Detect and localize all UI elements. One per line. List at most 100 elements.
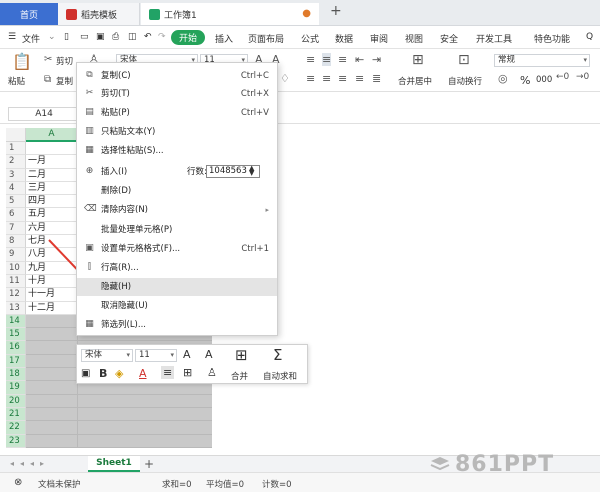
font-color-icon[interactable]: ♢	[280, 72, 290, 85]
merge-center-icon[interactable]: ⊞	[412, 52, 424, 68]
scissors-icon[interactable]: ✂	[44, 54, 52, 65]
cell-b[interactable]	[78, 421, 212, 435]
menu-item-row-height[interactable]: ⫿ 行高(R)...	[77, 259, 277, 277]
row-header[interactable]: 1	[6, 142, 26, 156]
menu-developer[interactable]: 开发工具	[476, 32, 512, 45]
cell-a[interactable]: 七月	[26, 235, 78, 249]
row-header[interactable]: 14	[6, 314, 26, 329]
save-icon[interactable]: ▣	[96, 32, 105, 42]
cell-a[interactable]	[26, 434, 78, 448]
preview-icon[interactable]: ◫	[128, 32, 137, 42]
row-header[interactable]: 22	[6, 421, 26, 435]
cell-b[interactable]	[78, 407, 212, 422]
sheet-tab-active[interactable]: Sheet1	[88, 456, 140, 472]
hamburger-icon[interactable]: ☰	[8, 32, 16, 42]
menu-item-delete[interactable]: 删除(D)	[77, 182, 277, 200]
merge-center-button[interactable]: 合并居中	[398, 75, 432, 87]
row-header[interactable]: 8	[6, 235, 26, 249]
row-header[interactable]: 3	[6, 168, 26, 182]
column-header-a[interactable]: A	[26, 128, 78, 142]
cell-a[interactable]: 二月	[26, 168, 78, 182]
currency-icon[interactable]: ◎	[498, 72, 508, 85]
menu-item-paste-special[interactable]: ▦ 选择性粘贴(S)...	[77, 142, 277, 160]
increase-font-icon[interactable]: A	[183, 348, 191, 361]
menu-item-insert[interactable]: ⊕ 插入(I) 行数: 1048563 ▲ ▼	[77, 163, 277, 181]
wrap-text-button[interactable]: 自动换行	[448, 75, 482, 87]
align-top-icon[interactable]: ≡	[306, 53, 315, 66]
cell-a[interactable]	[26, 381, 78, 395]
cell-a[interactable]: 一月	[26, 155, 78, 169]
menu-view[interactable]: 视图	[405, 32, 423, 45]
decimal-increase-icon[interactable]: ←0	[556, 72, 569, 82]
row-header[interactable]: 5	[6, 195, 26, 209]
tab-workbook[interactable]: 工作簿1 ●	[141, 3, 319, 25]
font-color-icon[interactable]: A	[139, 367, 147, 380]
mini-font-name-select[interactable]: 宋体	[81, 349, 133, 362]
menu-page-layout[interactable]: 页面布局	[248, 32, 284, 45]
cell-a[interactable]	[26, 142, 78, 156]
menu-item-batch[interactable]: 批量处理单元格(P)	[77, 221, 277, 239]
undo-icon[interactable]: ↶	[144, 32, 152, 42]
menu-data[interactable]: 数据	[335, 32, 353, 45]
row-header[interactable]: 6	[6, 208, 26, 222]
chevron-down-icon[interactable]: ⌄	[48, 32, 56, 42]
align-left-icon[interactable]: ≡	[306, 72, 315, 85]
cut-button[interactable]: 剪切	[56, 55, 73, 67]
menu-item-hide[interactable]: 隐藏(H)	[77, 278, 277, 296]
tab-home[interactable]: 首页	[0, 3, 58, 25]
menu-start[interactable]: 开始	[171, 30, 205, 45]
open-icon[interactable]: ▭	[80, 32, 89, 42]
menu-insert[interactable]: 插入	[215, 32, 233, 45]
row-header[interactable]: 15	[6, 328, 26, 342]
cell-a[interactable]: 九月	[26, 261, 78, 275]
menu-security[interactable]: 安全	[440, 32, 458, 45]
spinner-icon[interactable]: ▲ ▼	[249, 165, 254, 177]
cell-a[interactable]: 六月	[26, 221, 78, 236]
indent-decrease-icon[interactable]: ⇤	[355, 53, 364, 66]
row-header[interactable]: 7	[6, 221, 26, 236]
indent-increase-icon[interactable]: ⇥	[372, 53, 381, 66]
thousands-button[interactable]: 000	[536, 75, 552, 85]
menu-item-cut[interactable]: ✂ 剪切(T) Ctrl+X	[77, 85, 277, 103]
new-tab-button[interactable]: +	[330, 3, 342, 19]
cell-a[interactable]: 四月	[26, 195, 78, 209]
cell-a[interactable]	[26, 421, 78, 435]
menu-item-unhide[interactable]: 取消隐藏(U)	[77, 297, 277, 315]
cell-a[interactable]	[26, 368, 78, 382]
align-center-icon[interactable]: ≡	[322, 72, 331, 85]
border-icon[interactable]: ⊞	[183, 366, 192, 379]
number-format-icon[interactable]: ▣	[81, 368, 90, 379]
align-icon[interactable]: ≡	[161, 366, 175, 379]
row-header[interactable]: 23	[6, 434, 26, 448]
print-icon[interactable]: ⎙	[112, 32, 119, 42]
cell-a[interactable]: 十月	[26, 274, 78, 289]
cell-a[interactable]	[26, 354, 78, 369]
menu-formulas[interactable]: 公式	[301, 32, 319, 45]
decrease-font-icon[interactable]: A	[205, 348, 213, 361]
menu-item-paste[interactable]: ▤ 粘贴(P) Ctrl+V	[77, 104, 277, 122]
menu-file[interactable]: 文件	[22, 32, 40, 45]
decimal-decrease-icon[interactable]: →0	[576, 72, 589, 82]
tab-template[interactable]: 稻壳模板	[58, 3, 140, 25]
row-header[interactable]: 17	[6, 354, 26, 369]
cell-a[interactable]	[26, 394, 78, 408]
paste-icon[interactable]: 📋	[12, 52, 32, 71]
search-icon[interactable]: Q	[586, 32, 593, 42]
copy-icon[interactable]: ⧉	[44, 74, 51, 85]
row-header[interactable]: 2	[6, 155, 26, 169]
add-sheet-button[interactable]: +	[144, 457, 154, 471]
menu-item-filter-column[interactable]: ▦ 筛选列(L)...	[77, 316, 277, 334]
cell-a[interactable]: 八月	[26, 248, 78, 262]
cell-a[interactable]	[26, 314, 78, 329]
row-header[interactable]: 11	[6, 274, 26, 289]
sheet-nav-icon[interactable]: ◂◂◂▸	[10, 459, 50, 468]
align-right-icon[interactable]: ≡	[338, 72, 347, 85]
autosum-button[interactable]: 自动求和	[263, 370, 297, 382]
row-header[interactable]: 13	[6, 301, 26, 315]
mini-font-size-select[interactable]: 11	[135, 349, 177, 362]
menu-item-format-cells[interactable]: ▣ 设置单元格格式(F)... Ctrl+1	[77, 240, 277, 258]
row-header[interactable]: 12	[6, 288, 26, 302]
row-header[interactable]: 9	[6, 248, 26, 262]
cell-a[interactable]: 三月	[26, 181, 78, 196]
cell-a[interactable]: 十一月	[26, 288, 78, 302]
